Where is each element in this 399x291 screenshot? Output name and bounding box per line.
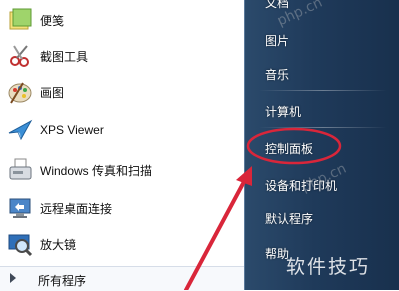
program-item-xps-viewer[interactable]: XPS Viewer (0, 112, 244, 148)
start-menu-programs-panel: 便笺 截图工具 画图 XPS Viewer Windows 传真和扫描 远程桌面… (0, 0, 244, 291)
program-item-fax-scan[interactable]: Windows 传真和扫描 (0, 152, 244, 188)
program-label: XPS Viewer (40, 123, 104, 137)
program-label: 便笺 (40, 13, 65, 28)
link-music[interactable]: 音乐 (265, 66, 289, 83)
menu-divider (259, 127, 387, 128)
program-item-snipping-tool[interactable]: 截图工具 (0, 38, 244, 74)
link-default-programs[interactable]: 默认程序 (265, 210, 313, 227)
remote-desktop-icon (6, 194, 34, 222)
program-label: 放大镜 (40, 237, 77, 252)
xps-viewer-icon (6, 116, 34, 144)
link-computer[interactable]: 计算机 (265, 103, 301, 120)
all-programs-label: 所有程序 (38, 274, 87, 288)
program-label: 截图工具 (40, 49, 89, 64)
snipping-tool-icon (6, 42, 34, 70)
program-item-magnifier[interactable]: 放大镜 (0, 226, 244, 262)
menu-divider (259, 90, 387, 91)
link-control-panel[interactable]: 控制面板 (265, 140, 313, 157)
program-item-sticky-notes[interactable]: 便笺 (0, 2, 244, 38)
paint-palette-icon (6, 78, 34, 106)
program-item-remote-desktop[interactable]: 远程桌面连接 (0, 190, 244, 226)
sticky-notes-icon (6, 6, 34, 34)
all-programs-button[interactable]: 所有程序 (0, 266, 244, 291)
watermark-text: 软件技巧 (286, 256, 371, 278)
fax-scanner-icon (6, 156, 34, 184)
program-label: 远程桌面连接 (40, 201, 113, 216)
triangle-right-icon (10, 273, 16, 283)
program-label: Windows 传真和扫描 (40, 163, 153, 178)
program-label: 画图 (40, 85, 65, 100)
start-menu-links-panel: 文档 图片 音乐 计算机 控制面板 设备和打印机 默认程序 帮助 (244, 0, 399, 290)
program-item-paint[interactable]: 画图 (0, 74, 244, 110)
magnifier-icon (6, 230, 34, 258)
link-pictures[interactable]: 图片 (265, 32, 289, 49)
